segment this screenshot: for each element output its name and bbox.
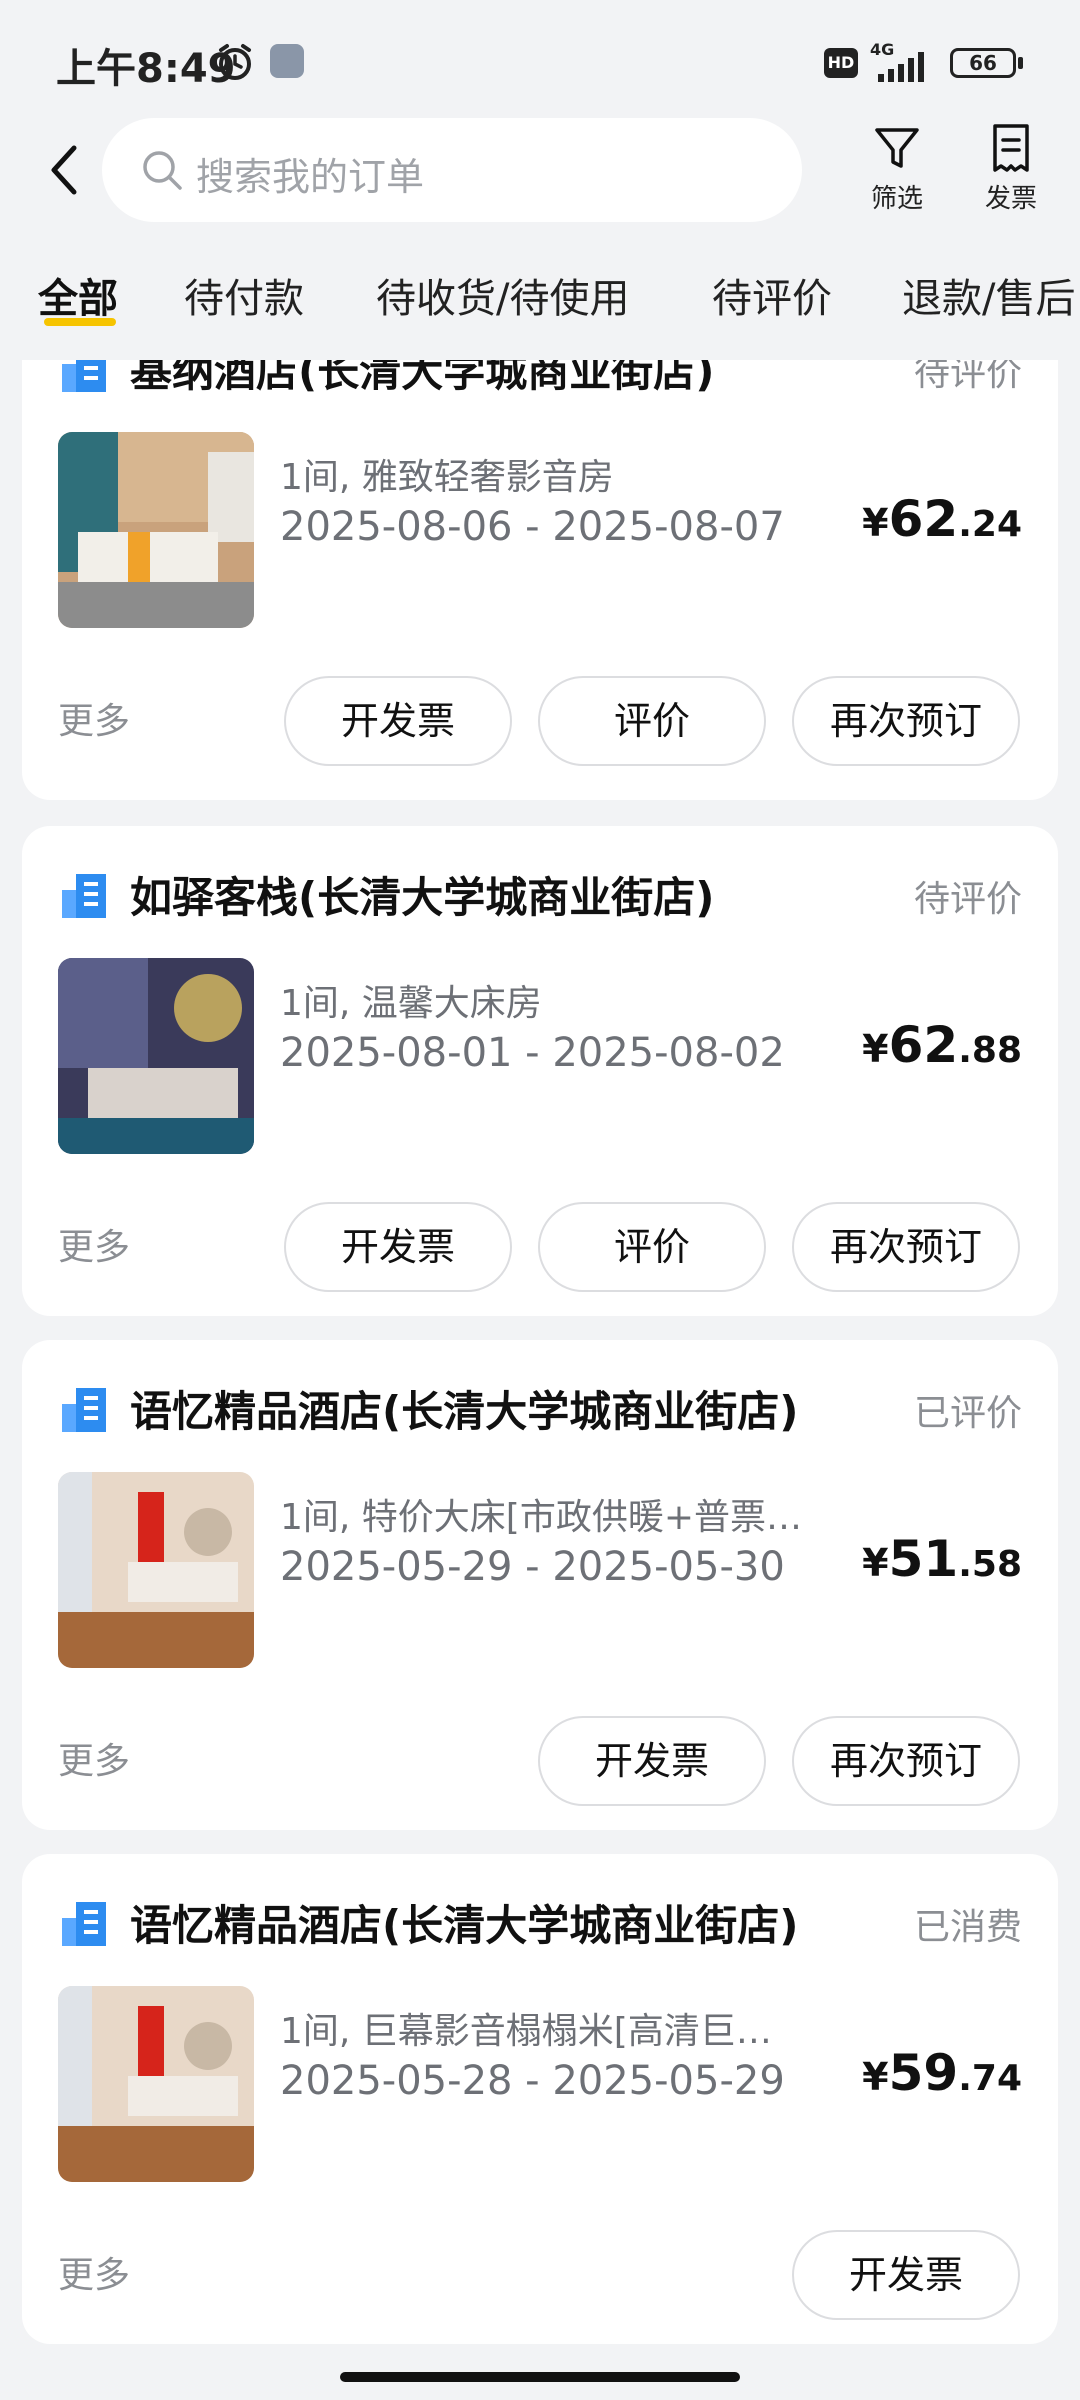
order-status: 已评价 (913, 1393, 1022, 1434)
home-indicator[interactable] (340, 2372, 740, 2382)
order-price: ¥62.24 (862, 490, 1022, 548)
tab-refund[interactable]: 退款/售后 (902, 266, 1075, 324)
order-card[interactable]: 语忆精品酒店(长清大学城商业街店) 已评价 1间, 特价大床[市政供暖+普票… … (22, 1340, 1058, 1830)
price-integer: 62 (888, 1016, 959, 1074)
issue-invoice-button[interactable]: 开发票 (538, 1716, 766, 1806)
hd-icon: HD (824, 48, 858, 78)
filter-button[interactable]: 筛选 (852, 122, 942, 215)
order-card[interactable]: 如驿客栈(长清大学城商业街店) 待评价 1间, 温馨大床房 2025-08-01… (22, 826, 1058, 1316)
tab-pending-review[interactable]: 待评价 (712, 266, 832, 324)
stay-dates: 2025-05-28 - 2025-05-29 (280, 2058, 785, 2104)
rebook-button[interactable]: 再次预订 (792, 1202, 1020, 1292)
room-info: 1间, 雅致轻奢影音房 (280, 457, 614, 498)
hotel-room-photo[interactable] (58, 1986, 254, 2182)
invoice-label: 发票 (984, 184, 1037, 214)
battery-tip (1018, 57, 1023, 69)
filter-label: 筛选 (870, 184, 923, 214)
more-button[interactable]: 更多 (58, 1218, 130, 1270)
hotel-name[interactable]: 如驿客栈(长清大学城商业街店) (130, 864, 714, 925)
rebook-button[interactable]: 再次预订 (792, 1716, 1020, 1806)
invoice-icon (993, 124, 1029, 172)
currency-symbol: ¥ (862, 1541, 889, 1585)
price-integer: 59 (888, 2044, 959, 2102)
hotel-building-icon (62, 1902, 106, 1946)
tab-pending-payment[interactable]: 待付款 (184, 266, 304, 324)
review-button[interactable]: 评价 (538, 1202, 766, 1292)
order-status: 待评价 (913, 879, 1022, 920)
stay-dates: 2025-08-01 - 2025-08-02 (280, 1030, 785, 1076)
stay-dates: 2025-08-06 - 2025-08-07 (280, 504, 785, 550)
app-notification-icon (270, 44, 304, 78)
order-card[interactable]: 语忆精品酒店(长清大学城商业街店) 已消费 1间, 巨幕影音榻榻米[高清巨… 2… (22, 1854, 1058, 2344)
currency-symbol: ¥ (862, 501, 889, 545)
hotel-name[interactable]: 语忆精品酒店(长清大学城商业街店) (130, 1892, 798, 1953)
issue-invoice-button[interactable]: 开发票 (284, 1202, 512, 1292)
price-integer: 51 (888, 1530, 959, 1588)
tab-all[interactable]: 全部 (38, 266, 118, 324)
order-list[interactable]: 基纳酒店(长清大学城商业街店) 待评价 1间, 雅致轻奢影音房 2025-08-… (0, 360, 1080, 2370)
room-info: 1间, 巨幕影音榻榻米[高清巨… (280, 2011, 772, 2052)
alarm-icon (219, 44, 251, 80)
signal-icon (878, 52, 924, 82)
status-bar: 上午8:49 HD 4G 66 (0, 0, 1080, 120)
price-decimal: .74 (958, 2058, 1022, 2099)
hotel-building-icon (62, 360, 106, 392)
order-status: 待评价 (913, 360, 1022, 394)
search-icon (143, 151, 182, 190)
status-time: 上午8:49 (56, 46, 236, 92)
hotel-building-icon (62, 1388, 106, 1432)
hotel-building-icon (62, 874, 106, 918)
search-bar[interactable]: 搜索我的订单 (102, 118, 802, 222)
hotel-name[interactable]: 基纳酒店(长清大学城商业街店) (130, 360, 714, 399)
price-decimal: .24 (958, 504, 1022, 545)
filter-icon (875, 128, 919, 168)
price-decimal: .58 (958, 1544, 1022, 1585)
hotel-room-photo[interactable] (58, 432, 254, 628)
order-price: ¥62.88 (862, 1016, 1022, 1074)
issue-invoice-button[interactable]: 开发票 (792, 2230, 1020, 2320)
room-info: 1间, 特价大床[市政供暖+普票… (280, 1497, 803, 1538)
hotel-name[interactable]: 语忆精品酒店(长清大学城商业街店) (130, 1378, 798, 1439)
more-button[interactable]: 更多 (58, 692, 130, 744)
more-button[interactable]: 更多 (58, 1732, 130, 1784)
review-button[interactable]: 评价 (538, 676, 766, 766)
order-status: 已消费 (913, 1907, 1022, 1948)
order-tabs: 全部 待付款 待收货/待使用 待评价 退款/售后 (0, 250, 1080, 330)
tab-pending-receipt[interactable]: 待收货/待使用 (376, 266, 629, 324)
battery-icon: 66 (950, 48, 1016, 78)
back-arrow-icon[interactable] (40, 140, 90, 200)
tab-indicator (44, 318, 116, 326)
hotel-room-photo[interactable] (58, 958, 254, 1154)
invoice-button[interactable]: 发票 (966, 122, 1056, 215)
order-price: ¥59.74 (862, 2044, 1022, 2102)
hotel-room-photo[interactable] (58, 1472, 254, 1668)
stay-dates: 2025-05-29 - 2025-05-30 (280, 1544, 785, 1590)
issue-invoice-button[interactable]: 开发票 (284, 676, 512, 766)
rebook-button[interactable]: 再次预订 (792, 676, 1020, 766)
room-info: 1间, 温馨大床房 (280, 983, 542, 1024)
currency-symbol: ¥ (862, 2055, 889, 2099)
order-price: ¥51.58 (862, 1530, 1022, 1588)
more-button[interactable]: 更多 (58, 2246, 130, 2298)
price-decimal: .88 (958, 1030, 1022, 1071)
order-card[interactable]: 基纳酒店(长清大学城商业街店) 待评价 1间, 雅致轻奢影音房 2025-08-… (22, 360, 1058, 800)
search-placeholder: 搜索我的订单 (196, 155, 425, 199)
currency-symbol: ¥ (862, 1027, 889, 1071)
price-integer: 62 (888, 490, 959, 548)
